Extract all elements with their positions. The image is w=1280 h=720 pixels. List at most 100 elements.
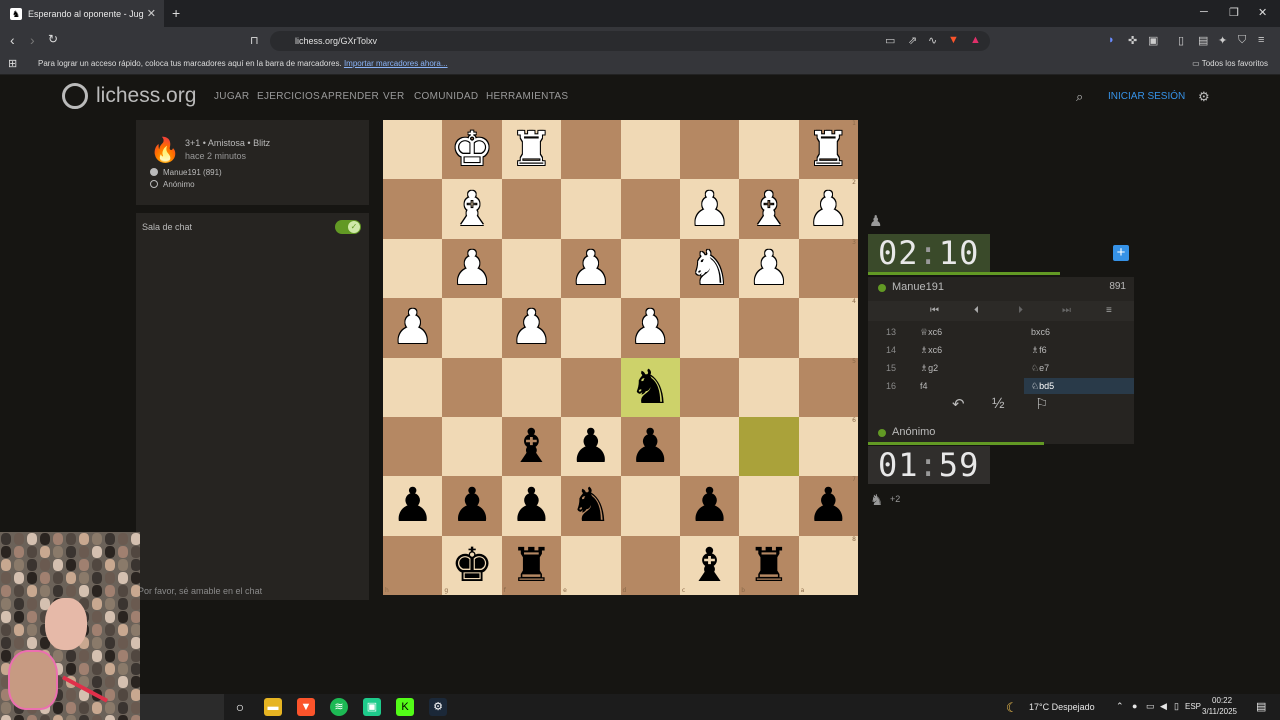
spotify-icon[interactable]: ≋	[330, 698, 348, 716]
extensions-icon[interactable]: ✜	[1128, 34, 1137, 47]
board-square[interactable]	[620, 120, 680, 180]
board-square[interactable]: ♟	[383, 298, 443, 358]
black-knight-icon[interactable]: ♞	[629, 364, 671, 411]
board-square[interactable]: ♜ 1	[798, 120, 858, 180]
language-indicator[interactable]: ESP	[1185, 702, 1201, 711]
network-icon[interactable]: ▭	[1146, 701, 1155, 712]
clock-date[interactable]: 3/11/2025	[1202, 707, 1237, 716]
nav-aprender[interactable]: APRENDER	[321, 91, 379, 102]
cortana-icon[interactable]: ○	[231, 698, 249, 716]
nav-ejercicios[interactable]: EJERCICIOS	[257, 91, 320, 102]
board-square[interactable]: ♜ b	[739, 535, 799, 595]
import-bookmarks-link[interactable]: Importar marcadores ahora...	[344, 59, 448, 68]
board-square[interactable]: ♟	[620, 298, 680, 358]
board-square[interactable]	[561, 298, 621, 358]
white-pawn-icon[interactable]: ♟	[807, 186, 849, 233]
login-link[interactable]: INICIAR SESIÓN	[1108, 91, 1185, 102]
black-king-icon[interactable]: ♚	[451, 542, 493, 589]
black-pawn-icon[interactable]: ♟	[688, 482, 730, 529]
black-move[interactable]: ♘bd5	[1031, 381, 1054, 392]
tab-manager-icon[interactable]: ▣	[1148, 34, 1158, 47]
nav-ver[interactable]: VER	[383, 91, 404, 102]
weather-text[interactable]: 17°C Despejado	[1029, 702, 1095, 712]
black-pawn-icon[interactable]: ♟	[510, 482, 552, 529]
restore-window-button[interactable]: ❐	[1229, 6, 1239, 19]
white-pawn-icon[interactable]: ♟	[510, 304, 552, 351]
add-time-button[interactable]: +	[1113, 245, 1129, 261]
brave-shields-icon[interactable]: ▼	[948, 34, 959, 46]
white-knight-icon[interactable]: ♞	[688, 245, 730, 292]
board-square[interactable]	[620, 238, 680, 299]
white-rook-icon[interactable]: ♜	[807, 126, 849, 173]
minimize-window-button[interactable]: ─	[1200, 6, 1208, 18]
tray-chevron-icon[interactable]: ⌃	[1116, 701, 1124, 712]
menu-hamburger-icon[interactable]: ≡	[1106, 305, 1112, 316]
white-king-icon[interactable]: ♚	[451, 126, 493, 173]
white-bishop-icon[interactable]: ♝	[451, 186, 493, 233]
board-square[interactable]: ♟	[501, 476, 562, 536]
board-square[interactable]	[561, 120, 621, 180]
forward-button[interactable]: ›	[30, 32, 35, 48]
black-move[interactable]: ♗f6	[1031, 345, 1047, 356]
black-move[interactable]: ♘e7	[1031, 363, 1049, 374]
black-bishop-icon[interactable]: ♝	[510, 423, 552, 470]
board-square[interactable]: ♟	[383, 476, 443, 536]
board-square[interactable]: ♞	[620, 357, 680, 417]
board-square[interactable]	[679, 120, 740, 180]
white-pawn-icon[interactable]: ♟	[629, 304, 671, 351]
board-square[interactable]: ♟	[442, 476, 502, 536]
volume-icon[interactable]: ◀	[1160, 701, 1167, 712]
white-pawn-icon[interactable]: ♟	[392, 304, 434, 351]
board-square[interactable]: d	[620, 535, 680, 595]
board-square[interactable]	[383, 238, 443, 299]
white-move[interactable]: ♗xc6	[920, 345, 942, 356]
board-square[interactable]	[561, 357, 621, 417]
board-square[interactable]	[739, 357, 799, 417]
steam-icon[interactable]: ⚙	[429, 698, 447, 716]
board-square[interactable]: ♝ c	[679, 535, 740, 595]
wallet-icon[interactable]: ▤	[1198, 34, 1208, 47]
nav-jugar[interactable]: JUGAR	[214, 91, 249, 102]
browser-tab[interactable]: ♞ Esperando al oponente - Jug ✕	[0, 0, 164, 27]
white-move[interactable]: ♗g2	[920, 363, 938, 374]
black-bishop-icon[interactable]: ♝	[688, 542, 730, 589]
kick-icon[interactable]: K	[396, 698, 414, 716]
leo-ai-icon[interactable]: ◗	[1108, 34, 1115, 46]
board-square[interactable]: e	[561, 535, 621, 595]
cast-icon[interactable]: ▭	[885, 34, 895, 47]
black-rook-icon[interactable]: ♜	[510, 542, 552, 589]
board-square[interactable]	[679, 416, 740, 477]
menu-icon[interactable]: ≡	[1258, 34, 1264, 46]
board-square[interactable]: ♟	[442, 238, 502, 299]
board-square[interactable]	[383, 179, 443, 239]
board-square[interactable]: ♝	[501, 416, 562, 477]
brave-rewards-icon[interactable]: ▲	[970, 34, 981, 46]
board-square[interactable]	[679, 357, 740, 417]
white-pawn-icon[interactable]: ♟	[451, 245, 493, 292]
app-icon[interactable]: ▣	[363, 698, 381, 716]
share-icon[interactable]: ⇗	[908, 34, 917, 47]
board-square[interactable]	[561, 179, 621, 239]
first-move-icon[interactable]: ⏮	[930, 305, 939, 316]
board-square[interactable]: ♟	[620, 416, 680, 477]
resign-flag-icon[interactable]: ⚐	[1035, 395, 1048, 413]
white-pawn-icon[interactable]: ♟	[688, 186, 730, 233]
board-square[interactable]: ♞	[561, 476, 621, 536]
apps-grid-icon[interactable]: ⊞	[8, 57, 17, 70]
chat-input[interactable]: Por favor, sé amable en el chat	[138, 586, 262, 596]
board-square[interactable]: ♟ 2	[798, 179, 858, 239]
mic-icon[interactable]: ●	[1132, 701, 1137, 711]
board-square[interactable]	[501, 179, 562, 239]
clock-time[interactable]: 00:22	[1212, 696, 1232, 705]
nav-herramientas[interactable]: HERRAMIENTAS	[486, 91, 568, 102]
notifications-icon[interactable]: ▤	[1256, 700, 1266, 713]
battery-icon[interactable]: ▯	[1174, 701, 1179, 712]
last-move-icon[interactable]: ⏭	[1062, 305, 1071, 316]
board-square[interactable]: 4	[798, 298, 858, 358]
nav-comunidad[interactable]: COMUNIDAD	[414, 91, 478, 102]
board-square[interactable]	[739, 120, 799, 180]
takeback-icon[interactable]: ↶	[952, 395, 965, 413]
white-pawn-icon[interactable]: ♟	[748, 245, 790, 292]
new-tab-button[interactable]: +	[172, 5, 180, 21]
black-pawn-icon[interactable]: ♟	[451, 482, 493, 529]
